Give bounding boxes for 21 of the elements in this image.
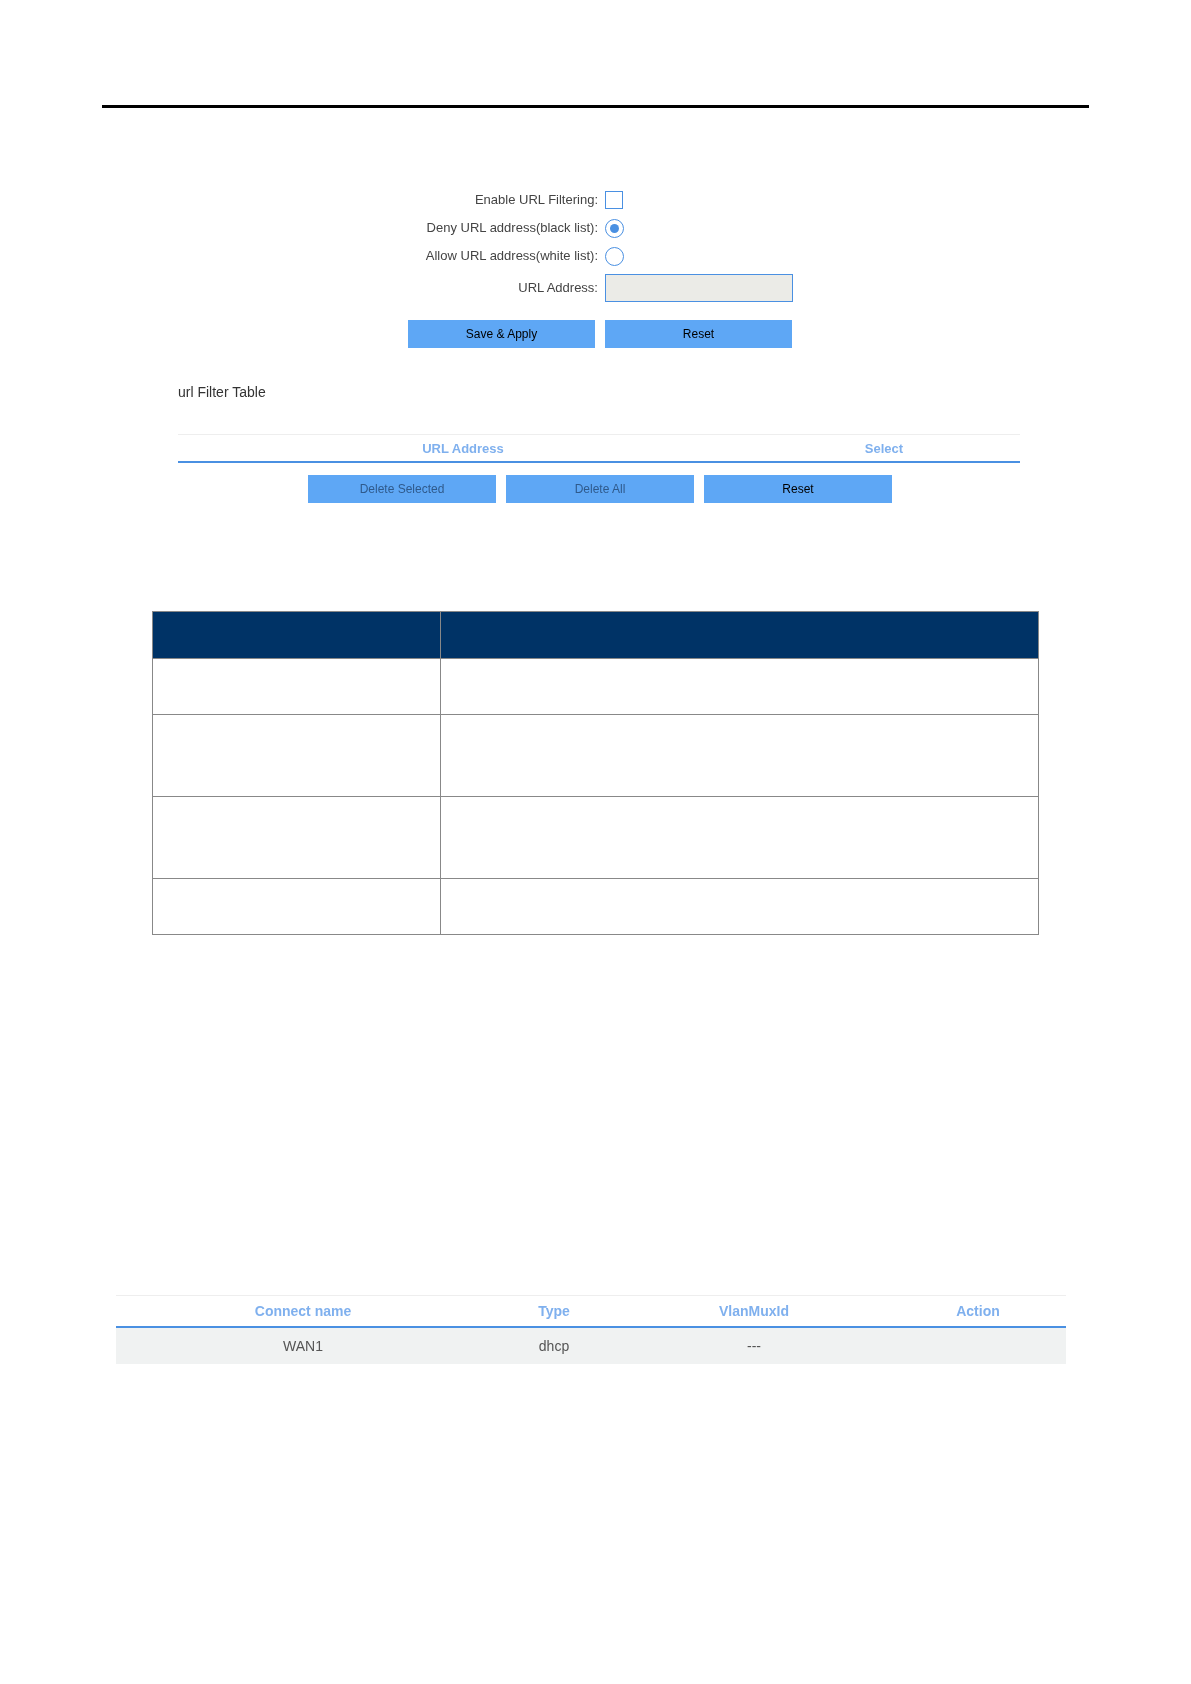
radio-button[interactable] xyxy=(605,218,624,238)
table-cell: WAN1 xyxy=(283,1337,323,1354)
field-label: Allow URL address(white list): xyxy=(424,247,598,266)
column-header: Select xyxy=(863,440,905,458)
column-header: Connect name xyxy=(254,1303,352,1319)
action-button[interactable]: Reset xyxy=(704,475,892,503)
column-header: VlanMuxId xyxy=(719,1303,789,1319)
field-label: Deny URL address(black list): xyxy=(425,219,598,238)
checkbox[interactable] xyxy=(605,191,623,209)
field-label: Enable URL Filtering: xyxy=(473,191,598,210)
column-header: Type xyxy=(538,1303,570,1319)
action-button[interactable]: Reset xyxy=(605,320,792,348)
action-button[interactable]: Save & Apply xyxy=(408,320,595,348)
radio-button[interactable] xyxy=(605,246,624,266)
column-header: URL Address xyxy=(421,440,505,458)
table-title: url Filter Table xyxy=(178,384,266,400)
url-address-field[interactable] xyxy=(605,274,793,302)
field-label: URL Address: xyxy=(517,279,598,298)
column-header: Action xyxy=(956,1303,1000,1319)
table-cell: dhcp xyxy=(538,1337,570,1354)
table-cell: --- xyxy=(747,1337,761,1354)
